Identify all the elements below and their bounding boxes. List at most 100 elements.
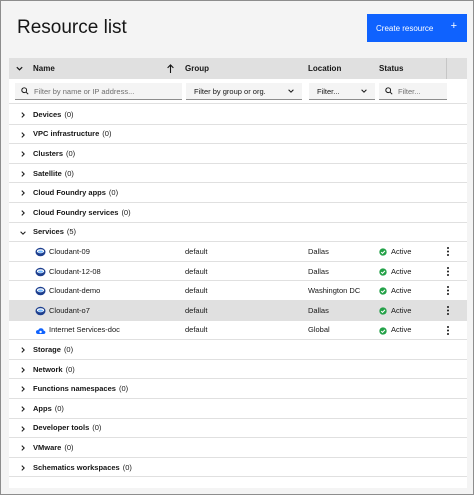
name-filter-input[interactable]: Filter by name or IP address... <box>15 83 182 100</box>
group-label: Developer tools (0) <box>33 423 101 432</box>
group-label: Satellite (0) <box>33 169 74 178</box>
column-header-name[interactable]: Name <box>33 58 183 79</box>
group-row[interactable]: VPC infrastructure (0) <box>9 125 467 145</box>
table-row[interactable]: Internet Services-doc default Global Active <box>9 321 467 341</box>
chevron-down-icon <box>361 89 367 93</box>
search-icon <box>385 87 393 95</box>
group-row[interactable]: Clusters (0) <box>9 144 467 164</box>
group-label: VMware (0) <box>33 443 74 452</box>
status-label: Active <box>391 305 412 315</box>
group-count: (0) <box>121 207 131 217</box>
group-filter-dropdown[interactable]: Filter by group or org. <box>186 83 302 100</box>
chevron-right-icon <box>21 367 25 373</box>
column-header-group[interactable]: Group <box>185 58 305 79</box>
chevron-right-icon <box>21 425 25 432</box>
column-header-status[interactable]: Status <box>379 58 439 79</box>
overflow-menu-icon[interactable] <box>446 285 450 296</box>
group-row[interactable]: Functions namespaces (0) <box>9 379 467 399</box>
checkmark-circle-icon <box>379 268 387 276</box>
status-label: Active <box>391 325 412 335</box>
group-label: VPC infrastructure (0) <box>33 129 111 138</box>
group-name: Satellite <box>33 168 62 178</box>
chevron-right-icon <box>21 386 25 393</box>
resource-name: Cloudant-demo <box>49 286 101 296</box>
group-count: (0) <box>64 442 74 452</box>
table-row[interactable]: Cloudant-12-08 default Dallas Active <box>9 262 467 282</box>
create-resource-label: Create resource <box>376 23 434 33</box>
group-name: Developer tools <box>33 423 90 433</box>
group-row[interactable]: VMware (0) <box>9 438 467 458</box>
group-count: (0) <box>122 462 132 472</box>
group-count: (0) <box>118 384 129 394</box>
group-count: (0) <box>108 188 119 198</box>
filter-row: Filter by name or IP address... Filter b… <box>9 79 467 104</box>
chevron-right-icon <box>21 445 25 451</box>
group-row[interactable]: Schematics workspaces (0) <box>9 458 467 478</box>
cloudant-icon <box>35 306 46 316</box>
chevron-right-icon <box>21 406 25 412</box>
resource-name: Cloudant-o7 <box>49 305 90 315</box>
column-header-location[interactable]: Location <box>308 58 378 79</box>
group-row[interactable]: Cloud Foundry apps (0) <box>9 183 467 203</box>
overflow-menu-icon[interactable] <box>446 266 450 277</box>
location-filter-placeholder: Filter... <box>317 86 340 96</box>
name-filter-placeholder: Filter by name or IP address... <box>34 86 135 96</box>
group-row[interactable]: Devices (0) <box>9 105 467 125</box>
group-name: Services <box>33 227 64 237</box>
table-row[interactable]: Cloudant-demo default Washington DC Active <box>9 281 467 301</box>
group-count: (0) <box>102 129 112 139</box>
overflow-menu-icon[interactable] <box>446 305 450 316</box>
column-group-label: Group <box>185 64 209 73</box>
group-filter-placeholder: Filter by group or org. <box>194 86 266 96</box>
group-name: Devices <box>33 109 62 119</box>
checkmark-circle-icon <box>379 287 387 296</box>
sort-ascending-icon[interactable] <box>166 58 180 79</box>
group-row[interactable]: Satellite (0) <box>9 164 467 184</box>
page-header: Resource list Create resource + <box>1 1 473 57</box>
status-filter-placeholder: Filter... <box>398 86 421 96</box>
overflow-menu-icon[interactable] <box>446 325 450 336</box>
cloudant-icon <box>35 247 46 257</box>
column-name-label: Name <box>33 64 55 73</box>
group-count: (5) <box>66 227 77 237</box>
group-row[interactable]: Services (5) <box>9 223 467 243</box>
group-count: (0) <box>54 403 64 413</box>
resource-location: Dallas <box>308 305 329 315</box>
group-row[interactable]: Apps (0) <box>9 399 467 419</box>
resource-group: default <box>185 325 208 335</box>
group-name: Network <box>33 364 63 374</box>
group-name: Functions namespaces <box>33 384 116 394</box>
resource-name: Cloudant-09 <box>49 246 90 256</box>
group-label: Cloud Foundry services (0) <box>33 208 131 217</box>
table-row[interactable]: Cloudant-09 default Dallas Active <box>9 242 467 262</box>
column-divider <box>446 58 447 79</box>
group-label: Network (0) <box>33 365 75 374</box>
chevron-right-icon <box>21 190 25 197</box>
collapse-all-toggle[interactable] <box>15 58 31 79</box>
resource-group: default <box>185 305 208 315</box>
status-label: Active <box>391 266 412 276</box>
group-row[interactable]: Network (0) <box>9 360 467 380</box>
resource-list-page: Resource list Create resource + Name Gro… <box>0 0 474 495</box>
group-row[interactable]: Storage (0) <box>9 340 467 360</box>
checkmark-circle-icon <box>379 307 387 315</box>
checkmark-circle-icon <box>379 248 387 256</box>
status-filter-input[interactable]: Filter... <box>379 83 447 100</box>
resource-location: Dallas <box>308 246 329 256</box>
group-label: Services (5) <box>33 227 76 236</box>
chevron-right-icon <box>21 171 25 177</box>
location-filter-dropdown[interactable]: Filter... <box>309 83 375 100</box>
resource-table: Name Group Location Status Filter by nam… <box>9 58 467 488</box>
resource-name: Internet Services-doc <box>49 325 120 335</box>
chevron-right-icon <box>21 112 25 118</box>
overflow-menu-icon[interactable] <box>446 246 450 257</box>
group-name: Cloud Foundry services <box>33 207 119 217</box>
table-row[interactable]: Cloudant-o7 default Dallas Active <box>9 301 467 321</box>
create-resource-button[interactable]: Create resource + <box>367 14 467 42</box>
group-row[interactable]: Developer tools (0) <box>9 419 467 439</box>
resource-group: default <box>185 246 208 256</box>
chevron-right-icon <box>21 465 25 471</box>
group-name: Schematics workspaces <box>33 462 120 472</box>
group-row[interactable]: Cloud Foundry services (0) <box>9 203 467 223</box>
chevron-right-icon <box>21 151 25 157</box>
